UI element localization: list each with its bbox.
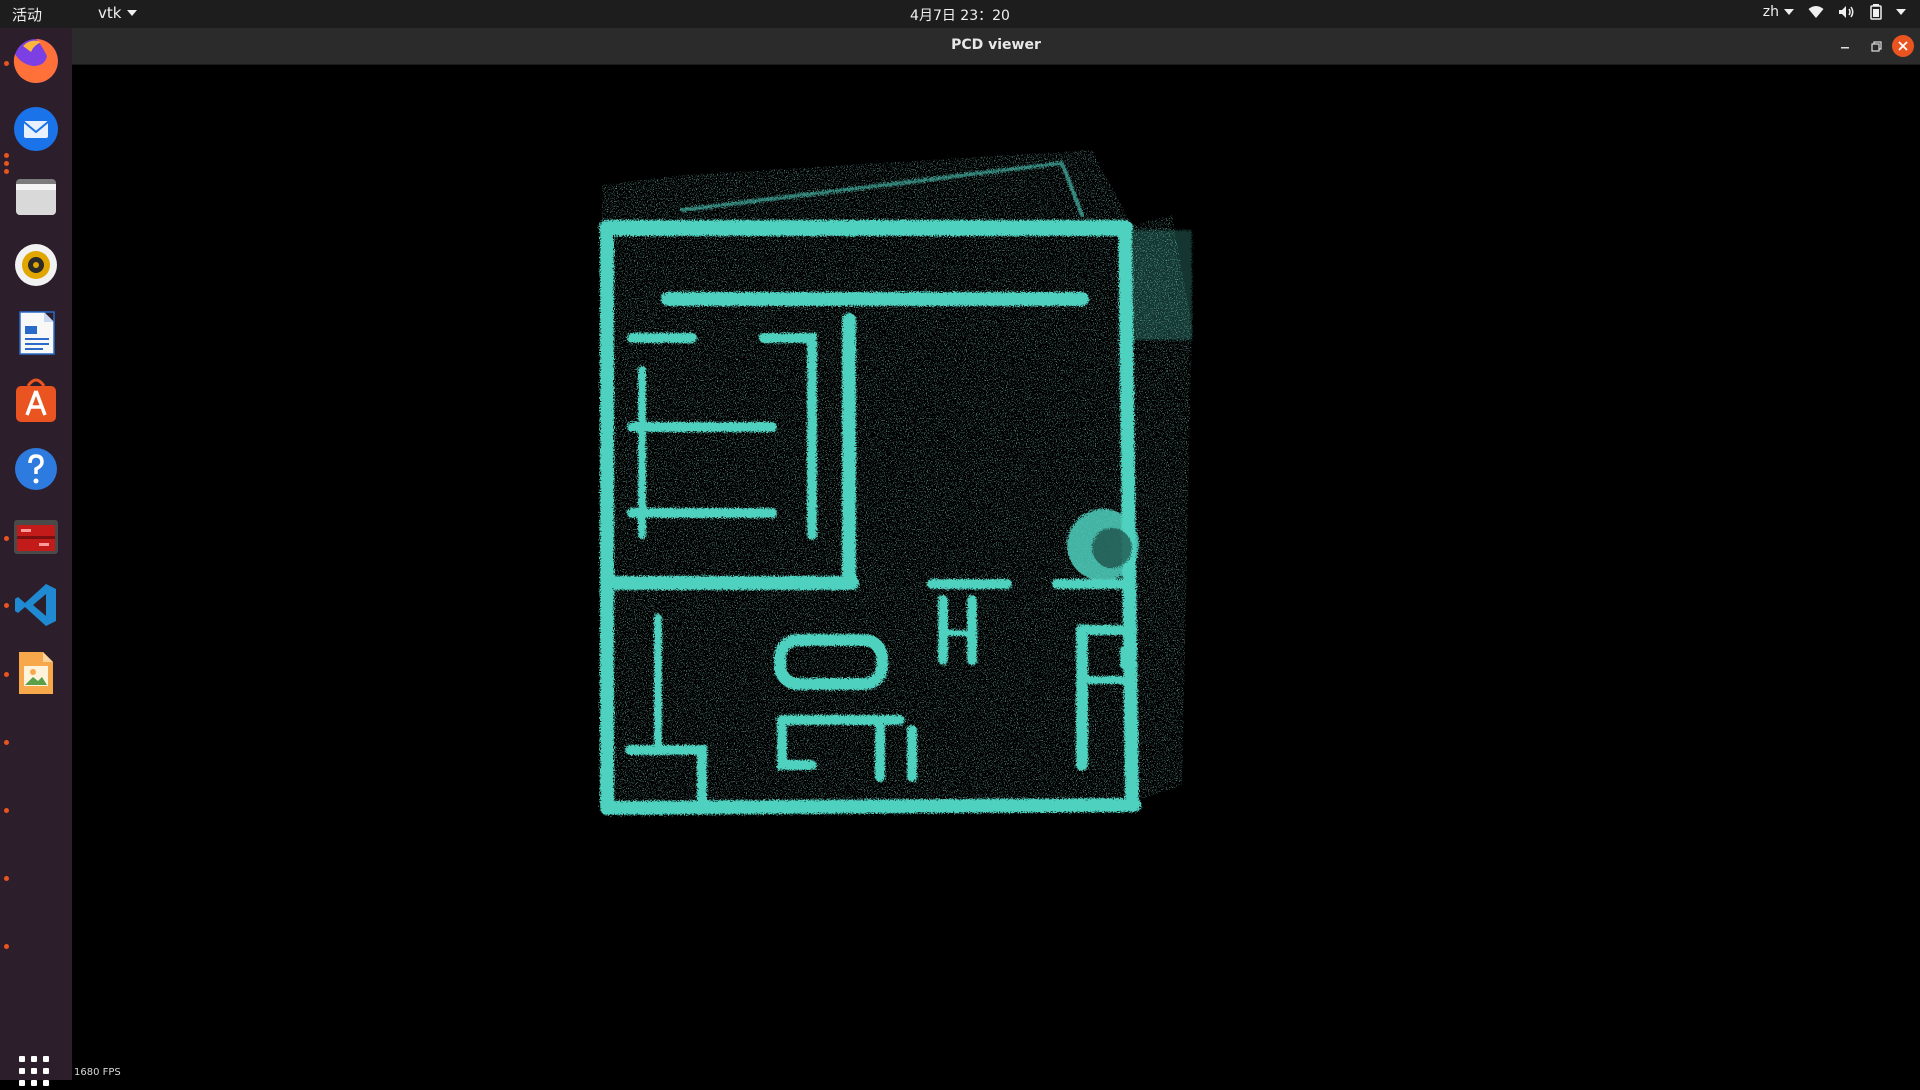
wifi-icon xyxy=(1808,6,1824,18)
language-label: zh xyxy=(1762,4,1779,20)
running-indicator xyxy=(4,808,9,813)
ubuntu-dock xyxy=(0,28,72,1086)
running-indicator xyxy=(4,161,9,166)
thunderbird-icon[interactable] xyxy=(11,104,61,154)
running-indicator xyxy=(4,61,9,66)
window-title: PCD viewer xyxy=(951,37,1041,53)
point-cloud-viewport[interactable]: 1680 FPS xyxy=(72,65,1920,1080)
running-indicator xyxy=(4,603,9,608)
vscode-icon[interactable] xyxy=(11,580,61,630)
rhythmbox-icon[interactable] xyxy=(11,240,61,290)
running-indicator xyxy=(4,169,9,174)
image-viewer-icon[interactable] xyxy=(11,648,61,698)
chevron-down-icon xyxy=(127,10,138,16)
battery-icon xyxy=(1870,4,1882,20)
software-center-icon[interactable] xyxy=(11,376,61,426)
running-indicator xyxy=(4,944,9,949)
language-indicator[interactable]: zh xyxy=(1763,4,1794,20)
files-icon[interactable] xyxy=(11,172,61,222)
point-cloud-render xyxy=(599,150,1192,815)
fps-counter: 1680 FPS xyxy=(74,1067,121,1078)
terminal-app-icon[interactable] xyxy=(11,512,61,562)
chevron-down-icon xyxy=(1784,9,1794,15)
side-scan-strip xyxy=(1132,230,1192,340)
running-indicator xyxy=(4,672,9,677)
libreoffice-writer-icon[interactable] xyxy=(11,308,61,358)
maximize-button[interactable] xyxy=(1866,35,1888,57)
system-top-bar: 活动 vtk 4月7日 23：20 zh xyxy=(0,0,1920,28)
pcd-viewer-window: PCD viewer 1680 FPS xyxy=(72,28,1920,1080)
close-button[interactable] xyxy=(1892,35,1914,57)
running-indicator xyxy=(4,876,9,881)
activities-button[interactable]: 活动 xyxy=(12,4,42,25)
round-object-scan xyxy=(1067,509,1139,581)
system-tray[interactable]: zh xyxy=(1763,4,1906,20)
app-menu[interactable]: vtk xyxy=(98,4,138,22)
app-menu-label: vtk xyxy=(98,4,122,22)
clock[interactable]: 4月7日 23：20 xyxy=(910,8,1010,24)
running-indicator xyxy=(4,153,9,158)
firefox-icon[interactable] xyxy=(11,36,61,86)
help-icon[interactable] xyxy=(11,444,61,494)
app-grid-icon[interactable] xyxy=(19,1056,53,1090)
running-indicator xyxy=(4,536,9,541)
system-menu-chevron-icon[interactable] xyxy=(1896,9,1906,15)
volume-icon xyxy=(1839,6,1854,18)
window-titlebar[interactable]: PCD viewer xyxy=(72,28,1920,65)
minimize-button[interactable] xyxy=(1834,35,1856,57)
running-indicator xyxy=(4,740,9,745)
